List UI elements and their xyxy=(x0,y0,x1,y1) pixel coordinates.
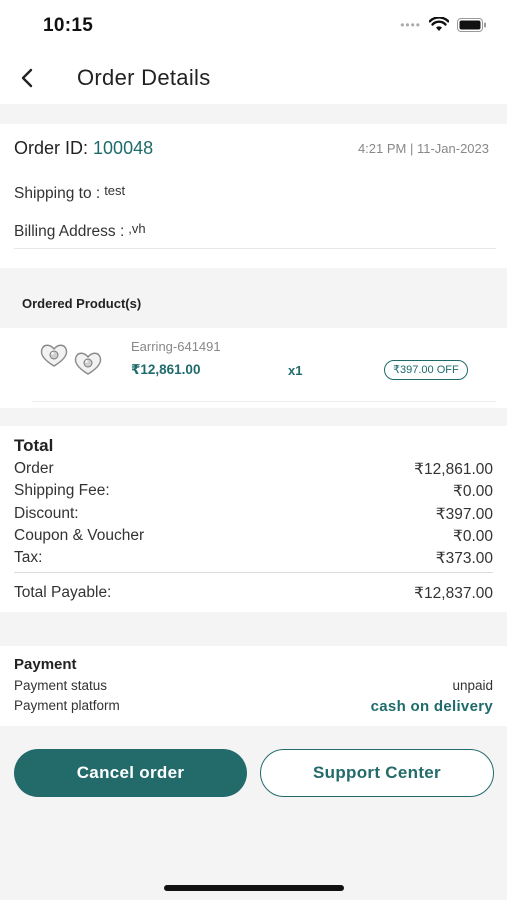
total-payable-row: Total Payable: ₹12,837.00 xyxy=(14,584,493,603)
status-bar: 10:15 •••• xyxy=(0,0,507,52)
row-label: Order xyxy=(14,460,54,477)
payment-status-row: Payment status unpaid xyxy=(14,678,493,693)
total-payable-value: ₹12,837.00 xyxy=(414,585,493,602)
row-label: Tax: xyxy=(14,549,43,566)
shipping-value: test xyxy=(104,183,126,198)
status-time: 10:15 xyxy=(43,15,94,36)
discount-row: Discount: ₹397.00 xyxy=(14,505,493,524)
coupon-voucher-row: Coupon & Voucher ₹0.00 xyxy=(14,527,493,546)
signal-icon: •••• xyxy=(400,17,421,32)
order-id-value: 100048 xyxy=(93,138,154,158)
order-info-card: Order ID: 100048 4:21 PM | 11-Jan-2023 S… xyxy=(0,124,507,268)
product-quantity: x1 xyxy=(288,363,303,378)
tax-row: Tax: ₹373.00 xyxy=(14,549,493,568)
row-label: Shipping Fee: xyxy=(14,482,110,499)
billing-value: ,vh xyxy=(128,221,146,236)
payment-card: Payment Payment status unpaid Payment pl… xyxy=(0,646,507,726)
payment-platform-label: Payment platform xyxy=(14,698,120,713)
row-value: ₹0.00 xyxy=(452,528,493,545)
wifi-icon xyxy=(429,17,449,31)
cancel-order-button[interactable]: Cancel order xyxy=(14,749,247,797)
billing-row: Billing Address : ,vh xyxy=(14,221,146,241)
home-indicator xyxy=(164,885,344,891)
divider xyxy=(32,401,496,402)
row-value: ₹397.00 xyxy=(435,506,493,523)
order-total-row: Order ₹12,861.00 xyxy=(14,460,493,479)
divider xyxy=(14,572,493,573)
ordered-products-label: Ordered Product(s) xyxy=(22,296,142,311)
row-label: Coupon & Voucher xyxy=(14,527,145,544)
product-price: ₹12,861.00 xyxy=(131,362,201,377)
total-payable-label: Total Payable: xyxy=(14,584,112,601)
totals-card: Total Order ₹12,861.00 Shipping Fee: ₹0.… xyxy=(0,426,507,612)
row-value: ₹12,861.00 xyxy=(414,461,493,478)
product-item[interactable]: Earring-641491 ₹12,861.00 x1 ₹397.00 OFF xyxy=(0,328,507,408)
nav-bar: Order Details xyxy=(0,52,507,104)
totals-title: Total xyxy=(14,436,54,455)
order-id-label: Order ID: xyxy=(14,138,89,158)
shipping-row: Shipping to : test xyxy=(14,183,126,203)
support-center-button[interactable]: Support Center xyxy=(260,749,494,797)
row-value: ₹0.00 xyxy=(452,483,493,500)
page-title: Order Details xyxy=(77,65,211,90)
row-label: Discount: xyxy=(14,505,79,522)
payment-title: Payment xyxy=(14,656,77,673)
order-id: Order ID: 100048 xyxy=(14,138,153,159)
shipping-label: Shipping to : xyxy=(14,185,101,202)
status-icons: •••• xyxy=(400,17,487,32)
earring-product-image xyxy=(40,344,102,375)
payment-platform-value: cash on delivery xyxy=(370,698,493,715)
shipping-fee-row: Shipping Fee: ₹0.00 xyxy=(14,482,493,501)
payment-status-value: unpaid xyxy=(452,678,493,693)
back-arrow-icon[interactable] xyxy=(14,64,42,92)
billing-label: Billing Address : xyxy=(14,223,125,240)
battery-icon xyxy=(457,17,486,32)
discount-badge: ₹397.00 OFF xyxy=(384,360,468,380)
order-datetime: 4:21 PM | 11-Jan-2023 xyxy=(357,141,489,156)
divider xyxy=(14,248,496,249)
payment-status-label: Payment status xyxy=(14,678,108,693)
row-value: ₹373.00 xyxy=(435,550,493,567)
payment-platform-row: Payment platform cash on delivery xyxy=(14,698,493,715)
product-name: Earring-641491 xyxy=(131,339,221,354)
